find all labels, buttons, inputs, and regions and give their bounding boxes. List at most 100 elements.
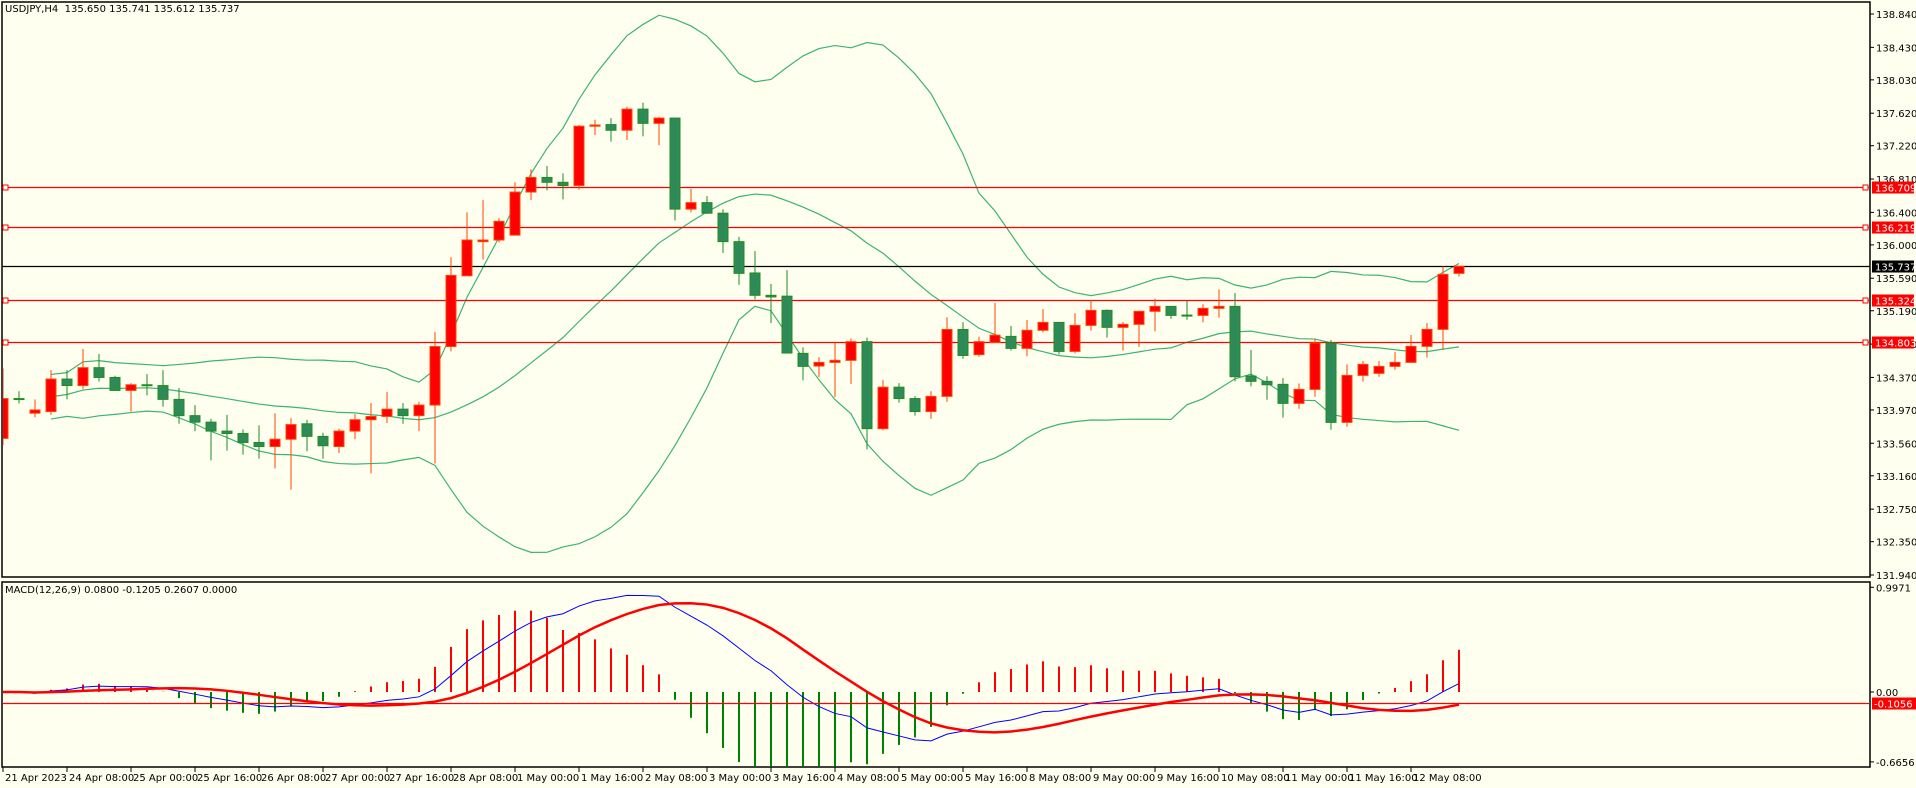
bullish-candle	[1037, 309, 1049, 333]
candle-body	[1085, 309, 1097, 326]
candle-body	[205, 421, 217, 432]
candle-body	[1037, 321, 1049, 331]
candle-body	[461, 239, 473, 277]
bullish-candle	[509, 182, 521, 236]
candle-body	[333, 430, 345, 448]
candle-body	[445, 274, 457, 348]
time-tick-label: 1 May 00:00	[517, 773, 579, 784]
candle-body	[669, 117, 681, 210]
bearish-candle	[13, 391, 25, 404]
time-tick-label: 8 May 08:00	[1029, 773, 1091, 784]
candle-body	[509, 191, 521, 236]
chart-window[interactable]: 138.840 138.430 138.030 137.620 137.220 136.8…	[0, 0, 1916, 788]
bullish-candle	[845, 338, 857, 384]
price-tick-label: 136.000	[1876, 241, 1916, 252]
price-tick-label: 137.220	[1876, 142, 1916, 153]
bearish-candle	[397, 403, 409, 424]
candle-body	[1341, 374, 1353, 423]
chart-canvas[interactable]: 138.840138.430138.030137.620137.220136.8…	[0, 0, 1916, 788]
macd-level-label: -0.1056	[1874, 700, 1913, 711]
line-handle-right[interactable]	[1862, 339, 1869, 346]
line-handle-left[interactable]	[2, 224, 9, 231]
candle-body	[973, 341, 985, 356]
candle-body	[781, 295, 793, 354]
candle-body	[1245, 375, 1257, 382]
candle-body	[317, 435, 329, 447]
candle-body	[925, 395, 937, 413]
candle-body	[1165, 305, 1177, 316]
bullish-candle	[925, 391, 937, 419]
bullish-candle	[381, 392, 393, 423]
time-tick-label: 4 May 08:00	[837, 773, 899, 784]
candle-body	[1229, 305, 1241, 378]
macd-indicator	[3, 594, 1869, 766]
candle-body	[349, 419, 361, 432]
bullish-candle	[1341, 364, 1353, 427]
line-handle-right[interactable]	[1862, 297, 1869, 304]
bearish-candle	[205, 418, 217, 461]
line-handle-left[interactable]	[2, 297, 9, 304]
time-tick-label: 10 May 08:00	[1221, 773, 1290, 784]
line-handle-right[interactable]	[1862, 224, 1869, 231]
bearish-candle	[637, 102, 649, 137]
bullish-candle	[973, 336, 985, 357]
price-tick-label: 131.940	[1876, 571, 1916, 582]
macd-signal-line	[3, 602, 1460, 734]
bullish-candle	[461, 212, 473, 277]
candle-body	[301, 423, 313, 437]
time-tick-label: 9 May 16:00	[1157, 773, 1219, 784]
bullish-candle	[445, 257, 457, 352]
symbol-info: USDJPY,H4 135.650 135.741 135.612 135.73…	[5, 4, 240, 15]
bearish-candle	[317, 432, 329, 459]
bullish-candle	[877, 379, 889, 431]
bearish-candle	[253, 425, 265, 459]
bullish-candle	[77, 348, 89, 389]
candle-body	[253, 441, 265, 448]
bearish-candle	[93, 353, 105, 382]
bullish-candle	[269, 413, 281, 469]
candle-body	[45, 378, 57, 413]
candle-body	[653, 117, 665, 124]
bullish-candle	[525, 169, 537, 201]
candle-body	[605, 124, 617, 131]
line-handle-left[interactable]	[2, 339, 9, 346]
candle-body	[77, 367, 89, 387]
horizontal-lines[interactable]	[2, 184, 1870, 346]
time-tick-label: 9 May 00:00	[1093, 773, 1155, 784]
line-handle-right[interactable]	[1862, 184, 1869, 191]
bearish-candle	[669, 117, 681, 221]
bearish-candle	[1005, 326, 1017, 351]
candle-body	[237, 433, 249, 443]
candle-body	[893, 386, 905, 400]
candle-body	[221, 430, 233, 435]
line-handle-left[interactable]	[2, 184, 9, 191]
bullish-candle	[1085, 300, 1097, 331]
candle-body	[813, 361, 825, 367]
candle-body	[1021, 329, 1033, 349]
bearish-candle	[1229, 293, 1241, 382]
bearish-candle	[861, 337, 873, 450]
bullish-candle	[45, 370, 57, 415]
candle-body	[685, 202, 697, 210]
candle-body	[29, 409, 41, 414]
bullish-candle	[493, 218, 505, 243]
bearish-candle	[893, 383, 905, 403]
price-tick-label: 136.400	[1876, 208, 1916, 219]
bullish-candle	[333, 428, 345, 454]
macd-tick-label: 0.9971	[1876, 583, 1911, 594]
candle-body	[1053, 321, 1065, 352]
price-tick-label: 133.970	[1876, 406, 1916, 417]
price-pane-frame	[1, 1, 1871, 578]
candle-body	[269, 438, 281, 448]
time-tick-label: 5 May 00:00	[901, 773, 963, 784]
price-tick-label: 132.350	[1876, 538, 1916, 549]
candle-body	[621, 108, 633, 131]
price-tick-label: 133.160	[1876, 472, 1916, 483]
bullish-candle	[685, 188, 697, 213]
bearish-candle	[157, 370, 169, 407]
bearish-candle	[1277, 377, 1289, 418]
bullish-candle	[429, 331, 441, 464]
bearish-candle	[701, 196, 713, 215]
bullish-candle	[1197, 304, 1209, 323]
price-badge-label: 135.324	[1875, 297, 1916, 308]
